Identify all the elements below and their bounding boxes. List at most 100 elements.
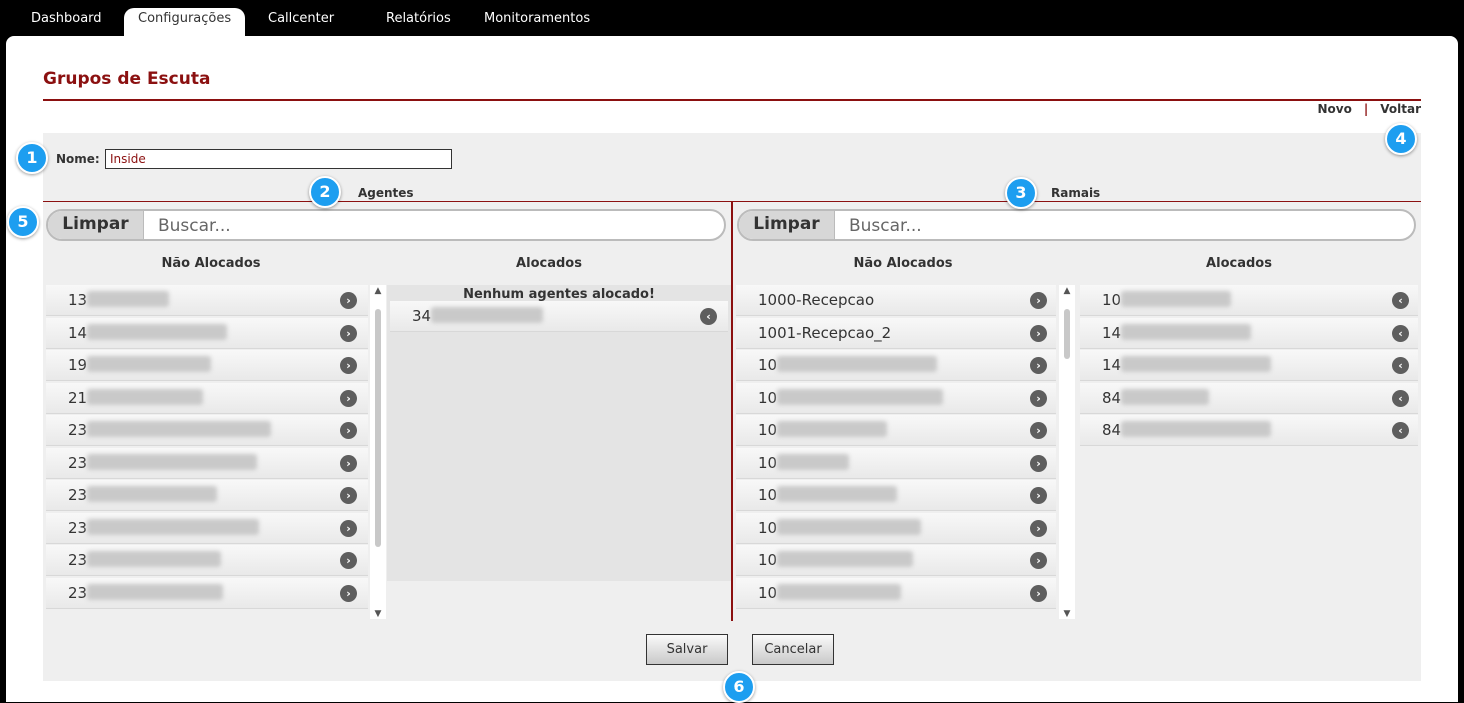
scroll-down-icon[interactable]: ▼	[1061, 609, 1073, 619]
list-item[interactable]: 14 ›	[46, 317, 368, 349]
ramais-clear-button[interactable]: Limpar	[739, 211, 835, 239]
move-right-icon[interactable]: ›	[340, 389, 357, 407]
list-item-label: 10	[758, 486, 898, 504]
list-item[interactable]: 23 ›	[46, 480, 368, 511]
scroll-thumb[interactable]	[1064, 309, 1070, 359]
list-item-label: 1001-Recepcao_2	[758, 324, 891, 342]
top-links: Novo | Voltar	[1318, 102, 1422, 116]
scroll-up-icon[interactable]: ▲	[372, 286, 384, 296]
list-item[interactable]: 1001-Recepcao_2 ›	[736, 317, 1056, 349]
move-right-icon[interactable]: ›	[340, 324, 357, 342]
list-item-value: 23	[68, 518, 88, 537]
list-item[interactable]: 84 ‹	[1080, 382, 1418, 414]
voltar-link[interactable]: Voltar	[1380, 102, 1421, 116]
list-item[interactable]: 19 ›	[46, 350, 368, 381]
agentes-empty-message: Nenhum agentes alocado!	[463, 287, 655, 302]
move-left-icon[interactable]: ‹	[1392, 389, 1409, 407]
list-item[interactable]: 10 ‹	[1080, 285, 1418, 316]
move-right-icon[interactable]: ›	[1030, 292, 1047, 309]
list-item[interactable]: 23 ›	[46, 447, 368, 479]
callout-badge-4: 4	[1385, 123, 1417, 155]
move-left-icon[interactable]: ‹	[700, 308, 717, 325]
cancelar-button[interactable]: Cancelar	[752, 634, 834, 665]
agentes-search-input[interactable]: Buscar...	[158, 216, 231, 236]
agentes-clear-button[interactable]: Limpar	[48, 211, 144, 239]
list-item-value: 14	[68, 323, 88, 342]
move-right-icon[interactable]: ›	[1030, 487, 1047, 504]
ramais-alocados-heading: Alocados	[1206, 256, 1272, 271]
move-right-icon[interactable]: ›	[340, 487, 357, 504]
scroll-thumb[interactable]	[375, 309, 381, 547]
list-item-label: 34	[412, 307, 544, 325]
move-right-icon[interactable]: ›	[340, 454, 357, 472]
tab-relatorios[interactable]: Relatórios	[372, 8, 465, 36]
tab-monitoramentos[interactable]: Monitoramentos	[470, 8, 604, 36]
list-item[interactable]: 23 ›	[46, 577, 368, 609]
column-divider	[731, 201, 733, 621]
list-item[interactable]: 13 ›	[46, 285, 368, 316]
list-item[interactable]: 10 ›	[736, 447, 1056, 479]
list-item[interactable]: 34 ‹	[390, 301, 728, 332]
move-right-icon[interactable]: ›	[340, 292, 357, 309]
move-right-icon[interactable]: ›	[1030, 357, 1047, 374]
nome-input[interactable]	[105, 149, 452, 169]
list-item-value: 10	[758, 551, 778, 569]
scroll-down-icon[interactable]: ▼	[372, 609, 384, 619]
move-right-icon[interactable]: ›	[340, 519, 357, 537]
salvar-button[interactable]: Salvar	[646, 634, 728, 665]
move-right-icon[interactable]: ›	[340, 584, 357, 602]
list-item[interactable]: 84 ‹	[1080, 415, 1418, 446]
list-item[interactable]: 21 ›	[46, 382, 368, 414]
list-item[interactable]: 10 ›	[736, 577, 1056, 609]
move-right-icon[interactable]: ›	[1030, 584, 1047, 602]
redacted-text	[1121, 356, 1272, 372]
agentes-scrollbar[interactable]: ▲ ▼	[370, 285, 386, 619]
list-item-value: 1001-Recepcao_2	[758, 323, 892, 342]
list-item-value: 10	[758, 356, 778, 374]
move-left-icon[interactable]: ‹	[1392, 357, 1409, 374]
form-panel: Nome: Agentes Ramais Limpar Buscar... Li…	[43, 133, 1421, 681]
list-item-value: 10	[758, 583, 778, 602]
ramais-search-input[interactable]: Buscar...	[849, 216, 922, 236]
list-item[interactable]: 10 ›	[736, 382, 1056, 414]
move-left-icon[interactable]: ‹	[1392, 292, 1409, 309]
ramais-scrollbar[interactable]: ▲ ▼	[1059, 285, 1075, 619]
list-item[interactable]: 23 ›	[46, 512, 368, 544]
list-item[interactable]: 1000-Recepcao ›	[736, 285, 1056, 316]
move-left-icon[interactable]: ‹	[1392, 324, 1409, 342]
move-right-icon[interactable]: ›	[1030, 324, 1047, 342]
callout-badge-1: 1	[16, 142, 48, 174]
tab-dashboard[interactable]: Dashboard	[17, 8, 116, 36]
list-item-value: 84	[1102, 388, 1122, 407]
list-item[interactable]: 23 ›	[46, 545, 368, 576]
move-right-icon[interactable]: ›	[1030, 422, 1047, 439]
list-item[interactable]: 10 ›	[736, 512, 1056, 544]
tab-callcenter[interactable]: Callcenter	[254, 8, 348, 36]
list-item[interactable]: 10 ›	[736, 350, 1056, 381]
list-item[interactable]: 10 ›	[736, 480, 1056, 511]
list-item-value: 1000-Recepcao	[758, 291, 875, 309]
list-item-label: 23	[68, 453, 258, 472]
move-right-icon[interactable]: ›	[1030, 454, 1047, 472]
redacted-text	[1121, 388, 1210, 405]
list-item[interactable]: 14 ‹	[1080, 350, 1418, 381]
list-item-label: 84	[1102, 388, 1210, 407]
callout-badge-5: 5	[7, 206, 39, 238]
list-item[interactable]: 14 ‹	[1080, 317, 1418, 349]
novo-link[interactable]: Novo	[1318, 102, 1352, 116]
move-right-icon[interactable]: ›	[340, 357, 357, 374]
list-item[interactable]: 10 ›	[736, 545, 1056, 576]
move-left-icon[interactable]: ‹	[1392, 422, 1409, 439]
move-right-icon[interactable]: ›	[1030, 552, 1047, 569]
list-item[interactable]: 10 ›	[736, 415, 1056, 446]
agentes-alocados-box: Nenhum agentes alocado! 34 ‹	[387, 285, 731, 581]
list-item[interactable]: 23 ›	[46, 415, 368, 446]
tab-configuracoes[interactable]: Configurações	[124, 8, 246, 36]
list-item-label: 10	[1102, 291, 1232, 309]
scroll-up-icon[interactable]: ▲	[1061, 286, 1073, 296]
move-right-icon[interactable]: ›	[1030, 389, 1047, 407]
move-right-icon[interactable]: ›	[340, 422, 357, 439]
move-right-icon[interactable]: ›	[340, 552, 357, 569]
list-item-value: 34	[412, 307, 432, 325]
move-right-icon[interactable]: ›	[1030, 519, 1047, 537]
